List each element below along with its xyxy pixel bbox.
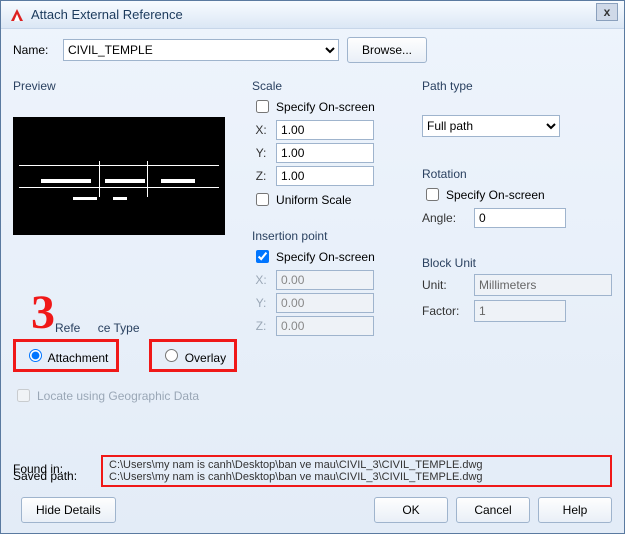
scale-z-input[interactable] [276,166,374,186]
factor-value: 1 [474,300,566,322]
uniform-scale-checkbox[interactable] [256,193,269,206]
window-title: Attach External Reference [31,7,616,22]
scale-y-label: Y: [252,146,270,160]
geo-label: Locate using Geographic Data [37,389,199,403]
close-button[interactable]: x [596,3,618,21]
browse-button[interactable]: Browse... [347,37,427,63]
insert-x-input [276,270,374,290]
dialog-window: Attach External Reference x Name: CIVIL_… [0,0,625,534]
rotation-specify-checkbox[interactable] [426,188,439,201]
hide-details-button[interactable]: Hide Details [21,497,116,523]
unit-label: Unit: [422,278,466,292]
blockunit-group: Block Unit Unit: Millimeters Factor: 1 [422,250,612,326]
insertion-label: Insertion point [252,229,408,243]
app-logo-icon [9,7,25,23]
attachment-radio[interactable] [29,349,42,362]
titlebar: Attach External Reference [1,1,624,29]
name-select[interactable]: CIVIL_TEMPLE [63,39,339,61]
rotation-specify-label: Specify On-screen [446,188,545,202]
saved-path-label: Saved path: [13,469,77,483]
scale-specify-label: Specify On-screen [276,100,375,114]
preview-label: Preview [13,79,238,93]
found-in-value: C:\Users\my nam is canh\Desktop\ban ve m… [109,459,604,471]
insert-y-label: Y: [252,296,270,310]
insert-z-input [276,316,374,336]
rotation-group: Rotation Specify On-screen Angle: [422,161,612,232]
button-bar: Hide Details OK Cancel Help [13,497,612,523]
angle-label: Angle: [422,211,466,225]
annotation-step-3: 3 [31,289,55,337]
overlay-radio[interactable] [165,349,178,362]
insertion-specify-label: Specify On-screen [276,250,375,264]
insert-y-input [276,293,374,313]
cancel-button[interactable]: Cancel [456,497,530,523]
scale-z-label: Z: [252,169,270,183]
scale-x-input[interactable] [276,120,374,140]
pathtype-label: Path type [422,79,612,93]
preview-image [13,117,225,235]
scale-y-input[interactable] [276,143,374,163]
rotation-label: Rotation [422,167,612,181]
name-label: Name: [13,43,55,57]
overlay-label: Overlay [185,351,226,365]
name-row: Name: CIVIL_TEMPLE Browse... [13,37,612,63]
saved-path-value: C:\Users\my nam is canh\Desktop\ban ve m… [109,471,604,483]
factor-label: Factor: [422,304,466,318]
insertion-specify-checkbox[interactable] [256,250,269,263]
geo-checkbox [17,389,30,402]
insert-z-label: Z: [252,319,270,333]
angle-input[interactable] [474,208,566,228]
help-button[interactable]: Help [538,497,612,523]
scale-specify-checkbox[interactable] [256,100,269,113]
pathtype-group: Path type Full path [422,73,612,137]
scale-x-label: X: [252,123,270,137]
blockunit-label: Block Unit [422,256,612,270]
insert-x-label: X: [252,273,270,287]
uniform-scale-label: Uniform Scale [276,193,351,207]
pathtype-select[interactable]: Full path [422,115,560,137]
ok-button[interactable]: OK [374,497,448,523]
insertion-group: Insertion point Specify On-screen X: Y: … [252,223,408,339]
attachment-radio-box: Attachment [13,339,119,372]
overlay-radio-box: Overlay [149,339,237,372]
unit-value: Millimeters [474,274,612,296]
attachment-label: Attachment [48,351,109,365]
scale-label: Scale [252,79,408,93]
reference-type-label: Reference Type [55,321,238,335]
scale-group: Scale Specify On-screen X: Y: Z: Uniform… [252,73,408,213]
dialog-content: Name: CIVIL_TEMPLE Browse... Preview [1,29,624,533]
